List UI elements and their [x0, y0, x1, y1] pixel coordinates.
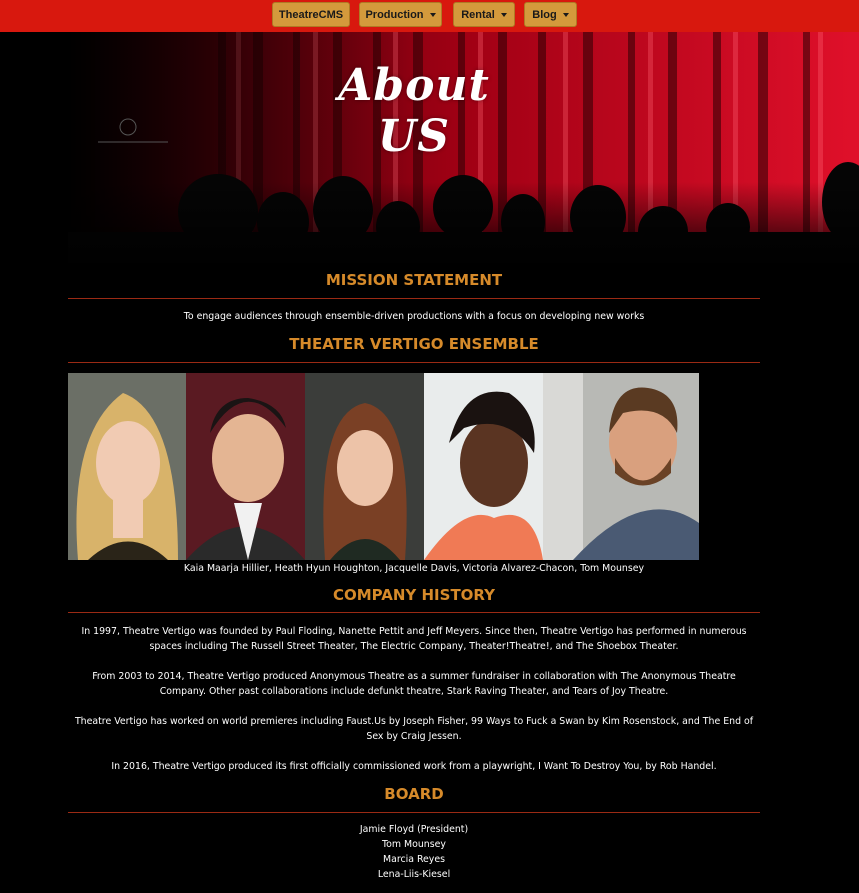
nav-production-label: Production — [365, 8, 424, 21]
nav-brand-label: TheatreCMS — [278, 8, 344, 21]
board-member: Jamie Floyd (President) — [359, 824, 469, 835]
board-member: Tom Mounsey — [382, 839, 446, 850]
chevron-down-icon — [562, 12, 569, 17]
nav-production-dropdown[interactable]: Production — [359, 2, 442, 27]
board-member: Lena-Liis-Kiesel — [377, 869, 451, 880]
ensemble-photo — [543, 373, 699, 560]
ensemble-caption: Kaia Maarja Hillier, Heath Hyun Houghton… — [183, 563, 645, 574]
chevron-down-icon — [429, 12, 436, 17]
ensemble-photo — [305, 373, 424, 560]
ensemble-photo — [68, 373, 186, 560]
board-list: Jamie Floyd (President) Tom Mounsey Marc… — [68, 822, 760, 882]
page-title: About US — [338, 60, 490, 162]
nav-brand-button[interactable]: TheatreCMS — [272, 2, 350, 27]
board-member: Marcia Reyes — [382, 854, 446, 865]
history-paragraph: In 1997, Theatre Vertigo was founded by … — [81, 626, 747, 652]
mission-heading: MISSION STATEMENT — [325, 271, 503, 289]
nav-blog-label: Blog — [532, 8, 557, 21]
ensemble-photo — [424, 373, 543, 560]
nav-rental-dropdown[interactable]: Rental — [453, 2, 515, 27]
history-paragraph: Theatre Vertigo has worked on world prem… — [74, 716, 754, 742]
chevron-down-icon — [500, 12, 507, 17]
history-paragraph: In 2016, Theatre Vertigo produced its fi… — [111, 761, 717, 772]
divider — [68, 298, 760, 299]
history-paragraph: From 2003 to 2014, Theatre Vertigo produ… — [92, 671, 736, 697]
ensemble-photo — [186, 373, 305, 560]
mission-text: To engage audiences through ensemble-dri… — [183, 311, 645, 322]
top-navbar: TheatreCMS Production Rental Blog — [0, 0, 859, 32]
nav-blog-dropdown[interactable]: Blog — [524, 2, 577, 27]
nav-rental-label: Rental — [461, 8, 495, 21]
ensemble-heading: THEATER VERTIGO ENSEMBLE — [289, 335, 539, 353]
history-heading: COMPANY HISTORY — [332, 586, 496, 604]
hero-banner: About US — [68, 32, 859, 272]
board-heading: BOARD — [384, 785, 444, 803]
divider — [68, 812, 760, 813]
divider — [68, 612, 760, 613]
divider — [68, 362, 760, 363]
